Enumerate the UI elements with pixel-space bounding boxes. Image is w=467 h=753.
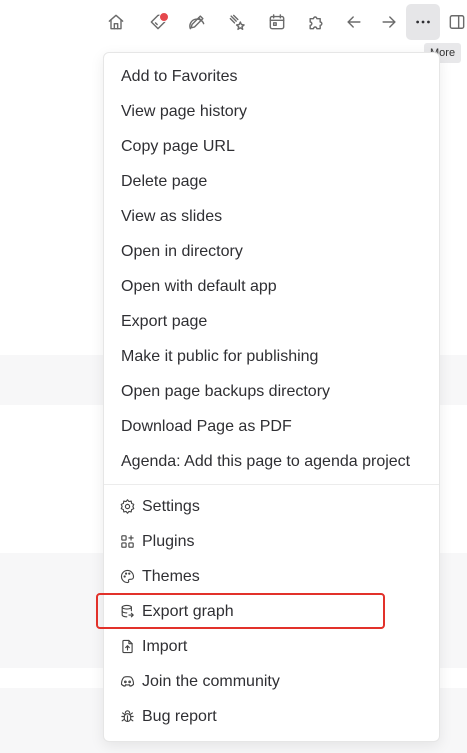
menu-item-bug-report[interactable]: Bug report	[104, 699, 439, 734]
arrow-left-icon[interactable]	[337, 4, 371, 40]
menu-item-export-page[interactable]: Export page	[104, 304, 439, 339]
more-icon[interactable]	[406, 4, 440, 40]
edit-icon[interactable]	[180, 4, 214, 40]
database-export-icon	[118, 603, 136, 621]
menu-item-agenda-add[interactable]: Agenda: Add this page to agenda project	[104, 444, 439, 479]
discord-icon	[118, 673, 136, 691]
plugins-icon	[118, 533, 136, 551]
more-dropdown-menu: Add to Favorites View page history Copy …	[103, 52, 440, 742]
menu-item-label: Bug report	[142, 707, 217, 725]
menu-item-label: Delete page	[121, 172, 208, 190]
sidebar-toggle-icon[interactable]	[446, 4, 467, 40]
menu-item-label: Download Page as PDF	[121, 417, 292, 435]
menu-item-import[interactable]: Import	[104, 629, 439, 664]
menu-item-copy-page-url[interactable]: Copy page URL	[104, 129, 439, 164]
import-icon	[118, 638, 136, 656]
menu-item-label: Open with default app	[121, 277, 277, 295]
menu-item-label: View page history	[121, 102, 247, 120]
menu-divider	[104, 484, 439, 485]
menu-item-label: Plugins	[142, 532, 195, 550]
tag-icon[interactable]	[141, 4, 175, 40]
menu-item-label: Themes	[142, 567, 200, 585]
notification-badge	[159, 12, 169, 22]
menu-item-open-with-default-app[interactable]: Open with default app	[104, 269, 439, 304]
menu-item-open-backups-directory[interactable]: Open page backups directory	[104, 374, 439, 409]
menu-item-themes[interactable]: Themes	[104, 559, 439, 594]
menu-item-download-pdf[interactable]: Download Page as PDF	[104, 409, 439, 444]
menu-item-make-public[interactable]: Make it public for publishing	[104, 339, 439, 374]
menu-item-view-as-slides[interactable]: View as slides	[104, 199, 439, 234]
home-icon[interactable]	[99, 4, 133, 40]
sparkle-icon[interactable]	[220, 4, 254, 40]
menu-item-view-page-history[interactable]: View page history	[104, 94, 439, 129]
app-page: More Add to Favorites View page history …	[0, 0, 467, 753]
menu-item-label: Settings	[142, 497, 200, 515]
menu-item-label: Open in directory	[121, 242, 243, 260]
settings-icon	[118, 498, 136, 516]
menu-item-label: Import	[142, 637, 188, 655]
menu-item-label: Copy page URL	[121, 137, 235, 155]
menu-item-settings[interactable]: Settings	[104, 489, 439, 524]
menu-item-label: Add to Favorites	[121, 67, 238, 85]
menu-item-export-graph[interactable]: Export graph	[104, 594, 439, 629]
menu-item-label: Agenda: Add this page to agenda project	[121, 452, 411, 470]
menu-item-label: Join the community	[142, 672, 280, 690]
menu-item-label: Export graph	[142, 602, 234, 620]
menu-item-open-in-directory[interactable]: Open in directory	[104, 234, 439, 269]
bug-icon	[118, 708, 136, 726]
menu-item-delete-page[interactable]: Delete page	[104, 164, 439, 199]
palette-icon	[118, 568, 136, 586]
menu-item-label: Export page	[121, 312, 208, 330]
menu-item-plugins[interactable]: Plugins	[104, 524, 439, 559]
menu-item-label: Open page backups directory	[121, 382, 331, 400]
menu-item-label: Make it public for publishing	[121, 347, 319, 365]
calendar-icon[interactable]	[260, 4, 294, 40]
arrow-right-icon[interactable]	[372, 4, 406, 40]
menu-item-label: View as slides	[121, 207, 223, 225]
menu-item-add-to-favorites[interactable]: Add to Favorites	[104, 59, 439, 94]
puzzle-icon[interactable]	[299, 4, 333, 40]
menu-item-join-community[interactable]: Join the community	[104, 664, 439, 699]
